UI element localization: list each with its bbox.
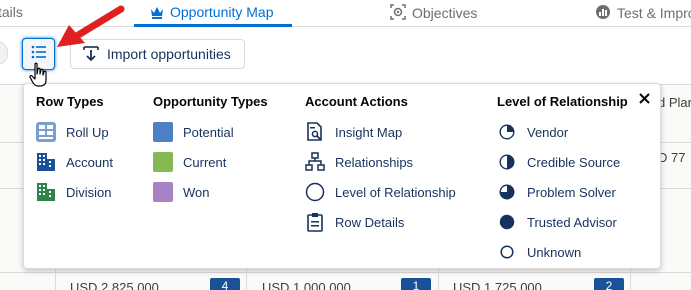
- legend-label: Credible Source: [527, 154, 621, 170]
- legend-item-level-of-relationship: Level of Relationship: [305, 182, 456, 202]
- half-circle-icon: [497, 152, 517, 172]
- empty-circle-icon: [497, 242, 517, 262]
- legend-item-potential: Potential: [153, 122, 234, 142]
- division-icon: [36, 182, 56, 202]
- grid-amount: USD 1,725,000: [453, 280, 542, 290]
- count-badge[interactable]: 4: [210, 278, 240, 290]
- row-types-section: Row Types Roll Up Account Division: [36, 94, 113, 201]
- grid-cell-value: D 77: [658, 150, 686, 165]
- count-badge[interactable]: 1: [401, 278, 431, 290]
- legend-label: Potential: [183, 124, 234, 140]
- legend-label: Level of Relationship: [335, 184, 456, 200]
- legend-label: Vendor: [527, 124, 569, 140]
- quarter-circle-icon: [497, 122, 517, 142]
- legend-item-row-details: Row Details: [305, 212, 404, 232]
- tab-details[interactable]: tails: [0, 4, 23, 20]
- potential-swatch: [153, 122, 173, 142]
- gauge-icon: [595, 4, 611, 23]
- legend-label: Unknown: [527, 244, 582, 260]
- section-title: Opportunity Types: [153, 94, 268, 109]
- legend-label: Problem Solver: [527, 184, 616, 200]
- hierarchy-icon: [305, 152, 325, 172]
- tab-label: Opportunity Map: [170, 4, 274, 20]
- legend-item-account: Account: [36, 152, 113, 172]
- close-icon: [638, 92, 650, 104]
- legend-item-problem-solver: Problem Solver: [497, 182, 616, 202]
- legend-item-current: Current: [153, 152, 226, 172]
- legend-label: Current: [183, 154, 227, 170]
- account-icon: [36, 152, 56, 172]
- close-button[interactable]: [636, 90, 652, 106]
- legend-label: Trusted Advisor: [527, 214, 617, 230]
- legend-label: Row Details: [335, 214, 405, 230]
- tab-objectives[interactable]: Objectives: [390, 4, 477, 23]
- tab-label: tails: [0, 4, 23, 20]
- grid-amount: USD 1,000,000: [262, 280, 351, 290]
- section-title: Account Actions: [305, 94, 408, 109]
- account-actions-section: Account Actions Insight Map Relationship…: [305, 94, 456, 232]
- full-circle-icon: [497, 212, 517, 232]
- section-title: Row Types: [36, 94, 104, 109]
- legend-label: Relationships: [335, 154, 414, 170]
- column-header-cell: d Plar: [658, 95, 691, 110]
- legend-label: Account: [66, 154, 113, 170]
- legend-label: Roll Up: [66, 124, 109, 140]
- legend-item-credible-source: Credible Source: [497, 152, 620, 172]
- legend-popover: Row Types Roll Up Account Division Oppor…: [23, 83, 661, 269]
- tab-opportunity-map[interactable]: Opportunity Map: [150, 4, 274, 22]
- legend-label: Insight Map: [335, 124, 403, 140]
- section-title: Level of Relationship: [497, 94, 628, 109]
- list-icon: [31, 45, 47, 64]
- circle-icon: [305, 182, 325, 202]
- three-quarter-circle-icon: [497, 182, 517, 202]
- crown-icon: [150, 6, 164, 22]
- won-swatch: [153, 182, 173, 202]
- hand-cursor-icon: [29, 62, 47, 87]
- tab-label: Test & Improv: [617, 5, 691, 21]
- legend-label: Division: [66, 184, 112, 200]
- legend-item-vendor: Vendor: [497, 122, 568, 142]
- legend-item-unknown: Unknown: [497, 242, 581, 262]
- legend-item-won: Won: [153, 182, 210, 202]
- legend-item-division: Division: [36, 182, 112, 202]
- grid-divider: [0, 272, 691, 273]
- legend-label: Won: [183, 184, 210, 200]
- red-arrow-icon: [57, 5, 125, 47]
- legend-item-trusted-advisor: Trusted Advisor: [497, 212, 617, 232]
- target-icon: [390, 4, 406, 23]
- legend-item-roll-up: Roll Up: [36, 122, 109, 142]
- active-tab-indicator: [134, 24, 292, 27]
- legend-item-relationships: Relationships: [305, 152, 413, 172]
- tab-test-improve[interactable]: Test & Improv: [595, 4, 691, 23]
- clipboard-icon: [305, 212, 325, 232]
- toolbar-pill-control[interactable]: [0, 41, 8, 65]
- current-swatch: [153, 152, 173, 172]
- tab-label: Objectives: [412, 5, 478, 21]
- legend-item-insight-map: Insight Map: [305, 122, 402, 142]
- grid-amount: USD 2,825,000: [70, 280, 159, 290]
- opportunity-types-section: Opportunity Types Potential Current Won: [153, 94, 268, 202]
- roll-up-icon: [36, 122, 56, 142]
- level-of-relationship-section: Level of Relationship Vendor Credible So…: [497, 94, 628, 260]
- count-badge[interactable]: 2: [594, 278, 624, 290]
- insight-map-icon: [305, 122, 325, 142]
